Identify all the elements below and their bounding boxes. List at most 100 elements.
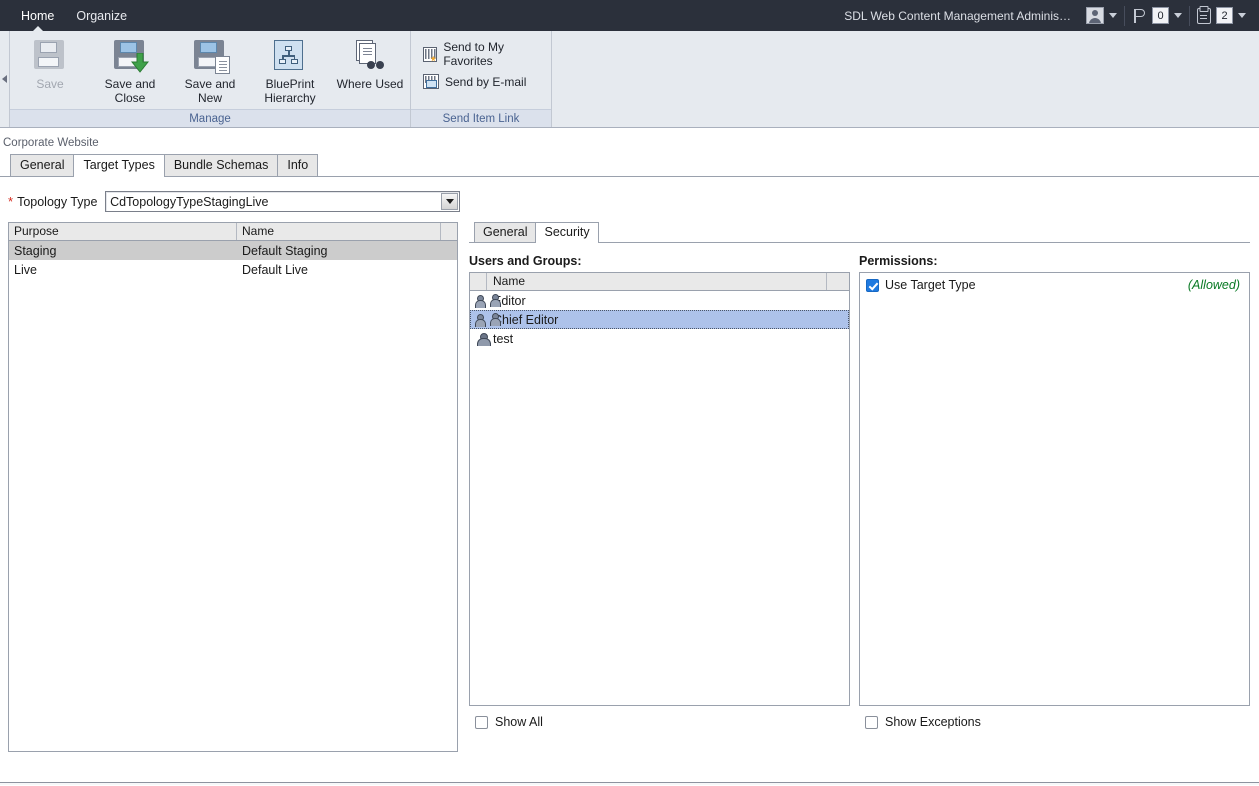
where-used-binoculars-icon — [354, 40, 386, 72]
chevron-left-icon — [2, 75, 7, 83]
show-all-label: Show All — [495, 715, 543, 729]
tab-detail-general-label: General — [483, 225, 528, 239]
send-to-favorites-button[interactable]: Send to My Favorites — [417, 37, 551, 71]
tab-detail-general[interactable]: General — [474, 222, 537, 242]
permissions-title: Permissions: — [859, 254, 938, 268]
list-item[interactable]: Chief Editor — [470, 310, 849, 329]
purpose-grid-header: Purpose Name — [9, 223, 457, 241]
cell-purpose: Live — [14, 262, 37, 277]
save-button[interactable]: Save — [10, 38, 90, 91]
save-button-label: Save — [36, 77, 64, 91]
tab-bundle-schemas[interactable]: Bundle Schemas — [163, 154, 279, 176]
send-by-email-button[interactable]: Send by E-mail — [417, 71, 534, 92]
ribbon-group-send-item-link: Send to My Favorites Send by E-mail Send… — [411, 31, 551, 127]
column-header-icon — [470, 273, 487, 290]
ribbon-tab-home[interactable]: Home — [10, 0, 65, 31]
permission-row[interactable]: Use Target Type (Allowed) — [860, 273, 1249, 292]
floppy-disk-icon — [34, 40, 66, 72]
column-header-name[interactable]: Name — [237, 223, 441, 240]
ribbon-tab-organize-label: Organize — [76, 8, 128, 23]
where-used-button[interactable]: Where Used — [330, 38, 410, 91]
ribbon-collapse-handle[interactable] — [0, 31, 10, 127]
required-marker: * — [8, 194, 14, 209]
permissions-section: Permissions: Use Target Type (Allowed) S… — [859, 254, 1250, 729]
clipboard-count: 2 — [1216, 7, 1233, 24]
save-and-new-button[interactable]: Save and New — [170, 38, 250, 105]
save-and-new-button-label: Save and New — [184, 77, 236, 105]
chevron-down-icon[interactable] — [441, 193, 459, 210]
detail-tab-strip: General Security — [469, 222, 1250, 243]
use-target-type-checkbox[interactable] — [866, 278, 879, 292]
save-and-close-button[interactable]: Save and Close — [90, 38, 170, 105]
users-list-header: Name — [470, 273, 849, 291]
tab-target-types-label: Target Types — [83, 158, 155, 172]
clipboard-menu[interactable]: 2 — [1190, 0, 1253, 31]
show-all-checkbox-row[interactable]: Show All — [469, 715, 850, 729]
ribbon: Save Save and Close Save and New BluePri… — [0, 31, 1259, 128]
clipboard-icon — [1197, 7, 1211, 24]
detail-pane: General Security Users and Groups: Name — [469, 222, 1259, 752]
list-item[interactable]: Editor — [470, 291, 849, 310]
tab-general[interactable]: General — [10, 154, 75, 176]
group-icon — [475, 293, 501, 308]
table-row[interactable]: Staging Default Staging — [9, 241, 457, 260]
send-by-email-label: Send by E-mail — [445, 74, 527, 89]
security-columns: Users and Groups: Name Editor Chief Edit… — [469, 243, 1250, 729]
title-bar-right: SDL Web Content Management Adminis… 0 2 — [844, 0, 1259, 31]
ribbon-group-send-item-link-label: Send Item Link — [411, 109, 551, 127]
blueprint-hierarchy-button[interactable]: BluePrint Hierarchy — [250, 38, 330, 105]
cell-name: Default Live — [242, 262, 309, 277]
column-header-spacer — [827, 273, 849, 290]
show-exceptions-checkbox[interactable] — [865, 715, 878, 729]
send-to-favorites-icon — [423, 46, 438, 62]
cell-name: Default Staging — [242, 243, 328, 258]
title-bar: Home Organize SDL Web Content Management… — [0, 0, 1259, 31]
permission-status: (Allowed) — [1187, 278, 1240, 292]
blueprint-hierarchy-button-label: BluePrint Hierarchy — [264, 77, 316, 105]
column-header-purpose[interactable]: Purpose — [9, 223, 237, 240]
floppy-disk-page-icon — [194, 40, 230, 74]
tab-bundle-schemas-label: Bundle Schemas — [173, 158, 269, 172]
users-and-groups-title: Users and Groups: — [469, 254, 582, 268]
where-used-button-label: Where Used — [336, 77, 404, 91]
show-all-checkbox[interactable] — [475, 715, 488, 729]
send-by-email-icon — [423, 74, 439, 89]
chevron-down-icon[interactable] — [1174, 13, 1182, 18]
ribbon-empty-area — [552, 31, 1259, 127]
list-item-label: test — [493, 331, 514, 346]
send-to-favorites-label: Send to My Favorites — [443, 40, 505, 68]
ribbon-tab-organize[interactable]: Organize — [65, 0, 138, 31]
status-bar — [0, 782, 1259, 785]
permissions-list[interactable]: Use Target Type (Allowed) — [859, 272, 1250, 706]
list-item[interactable]: test — [470, 329, 849, 348]
show-exceptions-checkbox-row[interactable]: Show Exceptions — [859, 715, 1250, 729]
tab-info-label: Info — [287, 158, 309, 172]
flag-icon — [1132, 8, 1147, 24]
topology-type-label: Topology Type — [17, 194, 98, 209]
topology-type-select[interactable]: CdTopologyTypeStagingLive — [105, 191, 461, 212]
ribbon-group-manage: Save Save and Close Save and New BluePri… — [10, 31, 410, 127]
chevron-down-icon[interactable] — [1109, 13, 1117, 18]
table-row[interactable]: Live Default Live — [9, 260, 457, 279]
user-avatar-icon — [1086, 7, 1104, 24]
cell-purpose: Staging — [14, 243, 57, 258]
permission-name: Use Target Type — [885, 278, 976, 292]
panes: Purpose Name Staging Default Staging Liv… — [0, 222, 1259, 752]
column-header-name[interactable]: Name — [487, 273, 827, 290]
group-icon — [475, 312, 501, 327]
user-menu[interactable] — [1079, 0, 1124, 31]
tab-target-types[interactable]: Target Types — [73, 154, 165, 177]
ribbon-group-manage-label: Manage — [10, 109, 410, 127]
tab-info[interactable]: Info — [277, 154, 319, 176]
chevron-down-icon[interactable] — [1238, 13, 1246, 18]
breadcrumb: Corporate Website — [3, 137, 99, 149]
ribbon-tab-home-label: Home — [21, 8, 55, 23]
tab-detail-security[interactable]: Security — [535, 222, 599, 243]
show-exceptions-label: Show Exceptions — [885, 715, 981, 729]
save-and-close-button-label: Save and Close — [104, 77, 156, 105]
users-and-groups-list[interactable]: Name Editor Chief Editor test — [469, 272, 850, 706]
flag-count: 0 — [1152, 7, 1169, 24]
flag-menu[interactable]: 0 — [1125, 0, 1189, 31]
ribbon-tab-strip: Home Organize — [0, 0, 138, 31]
purpose-grid[interactable]: Purpose Name Staging Default Staging Liv… — [8, 222, 458, 752]
